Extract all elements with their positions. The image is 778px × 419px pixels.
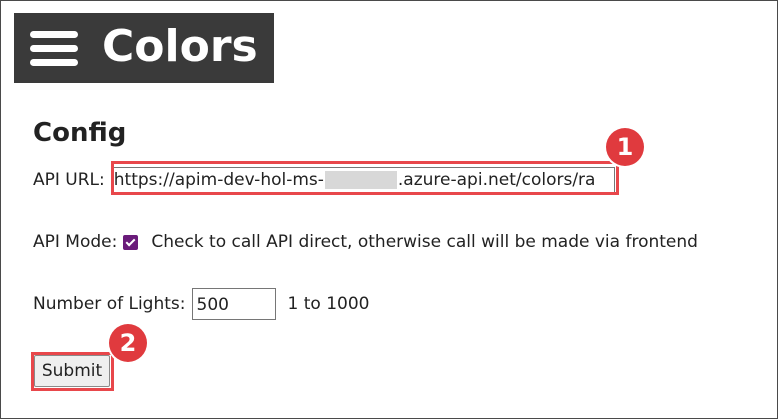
window-frame: Colors Config API URL: https://apim-dev-… <box>0 0 778 419</box>
submit-button[interactable]: Submit <box>34 355 110 387</box>
api-mode-label: API Mode: <box>33 232 118 252</box>
redacted-region <box>324 171 397 189</box>
api-mode-row: API Mode: Check to call API direct, othe… <box>33 232 698 252</box>
callout-badge-1: 1 <box>606 128 644 166</box>
lights-row: Number of Lights: 500 1 to 1000 <box>33 288 369 320</box>
api-url-value-prefix: https://apim-dev-hol-ms- <box>113 170 324 190</box>
config-title: Config <box>33 118 127 148</box>
lights-input[interactable]: 500 <box>191 288 276 320</box>
api-url-row: API URL: https://apim-dev-hol-ms- .azure-… <box>33 167 615 193</box>
api-url-input[interactable]: https://apim-dev-hol-ms- .azure-api.net/c… <box>110 167 615 193</box>
callout-badge-2: 2 <box>109 324 147 362</box>
lights-range-hint: 1 to 1000 <box>287 294 370 314</box>
api-mode-checkbox[interactable] <box>123 234 139 250</box>
app-title: Colors <box>102 21 258 72</box>
api-mode-description: Check to call API direct, otherwise call… <box>151 232 698 252</box>
api-url-label: API URL: <box>33 170 105 190</box>
app-header: Colors <box>14 13 274 83</box>
lights-label: Number of Lights: <box>33 294 186 314</box>
hamburger-menu-icon[interactable] <box>30 31 78 67</box>
api-url-value-suffix: .azure-api.net/colors/ra <box>397 170 596 190</box>
